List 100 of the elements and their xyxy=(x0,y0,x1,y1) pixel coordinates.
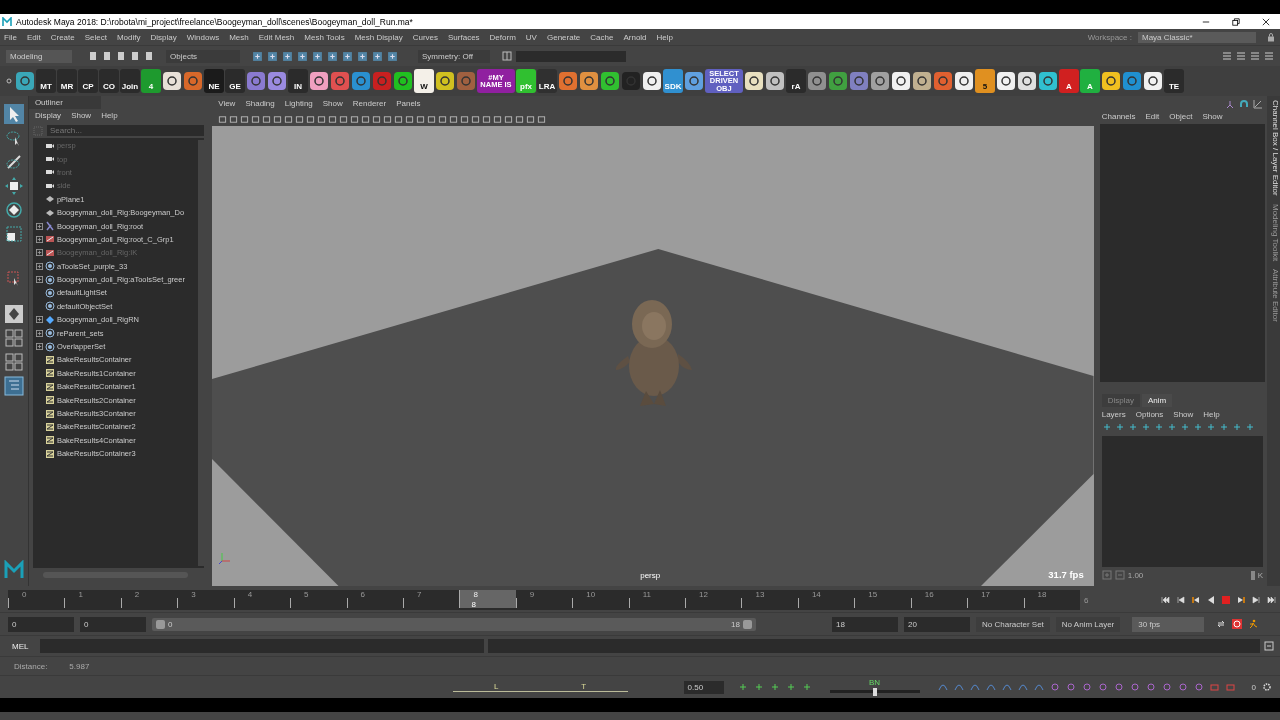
menu-item[interactable]: Arnold xyxy=(623,32,647,42)
shelf-tool-icon[interactable] xyxy=(1017,71,1037,91)
range-slider[interactable]: 0 18 xyxy=(152,617,756,631)
time-slider[interactable]: 0 1 2 3 4 5 6 7 8 8 9 10 11 12 13 14 15 16 17 18 xyxy=(8,590,1080,610)
curve-tool-icon[interactable] xyxy=(953,682,964,692)
expand-icon[interactable] xyxy=(35,262,43,270)
shelf-tool-icon[interactable] xyxy=(891,71,911,91)
running-figure-icon[interactable] xyxy=(1248,619,1259,629)
layer-tool-icon[interactable] xyxy=(1166,422,1177,432)
menu-item[interactable]: View xyxy=(218,99,236,109)
horseshoe-icon[interactable] xyxy=(1239,99,1250,109)
shelf-button[interactable]: CP xyxy=(78,69,98,93)
search-field[interactable]: Search... xyxy=(46,125,205,136)
layer-tool-icon[interactable] xyxy=(1244,422,1255,432)
outliner-layout-icon[interactable] xyxy=(3,376,24,396)
menu-item[interactable]: Renderer xyxy=(352,99,387,109)
menu-item[interactable]: Show xyxy=(1173,410,1194,419)
layer-tool-icon[interactable] xyxy=(1218,422,1229,432)
step-back-icon[interactable] xyxy=(1176,595,1186,605)
curve-tool-icon[interactable] xyxy=(1017,682,1028,692)
menu-item[interactable]: Help xyxy=(656,32,673,42)
scale-tool-icon[interactable] xyxy=(3,224,24,244)
graph-icon[interactable] xyxy=(1253,99,1264,109)
panel-layout-icon[interactable] xyxy=(1236,51,1246,61)
menu-item[interactable]: Edit xyxy=(1145,112,1160,121)
layer-tool-icon[interactable] xyxy=(1127,422,1138,432)
axis-icon[interactable] xyxy=(1225,99,1236,109)
expand-icon[interactable] xyxy=(35,276,43,284)
tool-icon[interactable] xyxy=(769,682,780,692)
workspace-dropdown[interactable]: Maya Classic* xyxy=(1138,31,1256,43)
menu-item[interactable]: Options xyxy=(1135,410,1164,419)
shelf-tool-icon[interactable] xyxy=(579,71,599,91)
shelf-button[interactable]: LRA xyxy=(537,69,557,93)
shelf-tool-icon[interactable] xyxy=(912,71,932,91)
snap-tool-icon[interactable] xyxy=(312,50,323,62)
shelf-tool-icon[interactable] xyxy=(162,71,182,91)
menu-item[interactable]: Lighting xyxy=(284,99,313,109)
tool-icon[interactable] xyxy=(801,682,812,692)
shelf-tool-icon[interactable] xyxy=(744,71,764,91)
settings-icon[interactable] xyxy=(1262,682,1272,692)
layer-tool-icon[interactable] xyxy=(1140,422,1151,432)
curve-tool-icon[interactable] xyxy=(1001,682,1012,692)
expand-icon[interactable] xyxy=(35,316,43,324)
panel-toggle-icon[interactable] xyxy=(502,51,512,61)
shelf-button[interactable]: MT xyxy=(36,69,56,93)
shelf-tool-icon[interactable] xyxy=(765,71,785,91)
layer-tool-icon[interactable] xyxy=(1153,422,1164,432)
curve-tool-icon[interactable] xyxy=(969,682,980,692)
panel-tab[interactable]: Outliner xyxy=(28,96,101,109)
layer-tool-icon[interactable] xyxy=(1205,422,1216,432)
menu-item[interactable]: Mesh xyxy=(229,32,249,42)
layer-tool-icon[interactable] xyxy=(1179,422,1190,432)
go-to-end-icon[interactable] xyxy=(1266,595,1276,605)
shelf-tool-icon[interactable] xyxy=(435,71,455,91)
snap-tool-icon[interactable] xyxy=(342,50,353,62)
value-field[interactable]: 0.50 xyxy=(683,680,724,694)
panel-layout-icon[interactable] xyxy=(1250,51,1260,61)
symmetry-dropdown[interactable]: Symmetry: Off xyxy=(418,49,490,63)
curve-tool-icon[interactable] xyxy=(1033,682,1044,692)
command-input-field[interactable] xyxy=(40,639,484,653)
single-view-icon[interactable] xyxy=(3,304,24,324)
menu-item[interactable]: Display xyxy=(34,111,62,122)
layer-tool-icon[interactable] xyxy=(1192,422,1203,432)
menu-item[interactable]: Mesh Tools xyxy=(304,32,345,42)
restore-icon[interactable] xyxy=(1232,17,1240,26)
shelf-tool-icon[interactable] xyxy=(642,71,662,91)
shelf-tool-icon[interactable] xyxy=(309,71,329,91)
snap-tool-icon[interactable] xyxy=(387,50,398,62)
four-view-icon[interactable] xyxy=(3,352,24,372)
snap-tool-icon[interactable] xyxy=(297,50,308,62)
shelf-button[interactable]: NE xyxy=(204,69,224,93)
go-to-start-icon[interactable] xyxy=(1161,595,1171,605)
paint-tool-icon[interactable] xyxy=(3,152,24,172)
snap-tool-icon[interactable] xyxy=(327,50,338,62)
snap-tool-icon[interactable] xyxy=(252,50,263,62)
menu-item[interactable]: Show xyxy=(322,99,343,109)
scrollbar[interactable] xyxy=(198,140,205,566)
shelf-tool-icon[interactable] xyxy=(600,71,620,91)
move-tool-icon[interactable] xyxy=(3,176,24,196)
panel-layout-icon[interactable] xyxy=(1222,51,1232,61)
side-tab[interactable]: Channel Box / Layer Editor xyxy=(1267,100,1280,196)
selection-mode-field[interactable]: Objects xyxy=(166,49,240,63)
layer-tool-icon[interactable] xyxy=(1101,422,1112,432)
shelf-button[interactable]: rA xyxy=(786,69,806,93)
shelf-tool-icon[interactable] xyxy=(684,71,704,91)
shelf-button[interactable]: GE xyxy=(225,69,245,93)
menu-item[interactable]: Panels xyxy=(396,99,421,109)
character-set-dropdown[interactable]: No Character Set xyxy=(976,616,1050,632)
panel-layout-icon[interactable] xyxy=(1264,51,1274,61)
step-key-back-icon[interactable] xyxy=(1191,595,1201,605)
input-field[interactable] xyxy=(516,50,626,62)
shelf-tool-icon[interactable] xyxy=(870,71,890,91)
shelf-tool-icon[interactable] xyxy=(393,71,413,91)
anim-layer-dropdown[interactable]: No Anim Layer xyxy=(1055,616,1121,632)
shelf-button[interactable]: MR xyxy=(57,69,77,93)
shelf-tool-icon[interactable] xyxy=(1038,71,1058,91)
snap-tool-icon[interactable] xyxy=(372,50,383,62)
close-icon[interactable] xyxy=(1262,17,1270,26)
fps-dropdown[interactable]: 30 fps xyxy=(1132,616,1205,632)
shelf-tool-icon[interactable] xyxy=(954,71,974,91)
